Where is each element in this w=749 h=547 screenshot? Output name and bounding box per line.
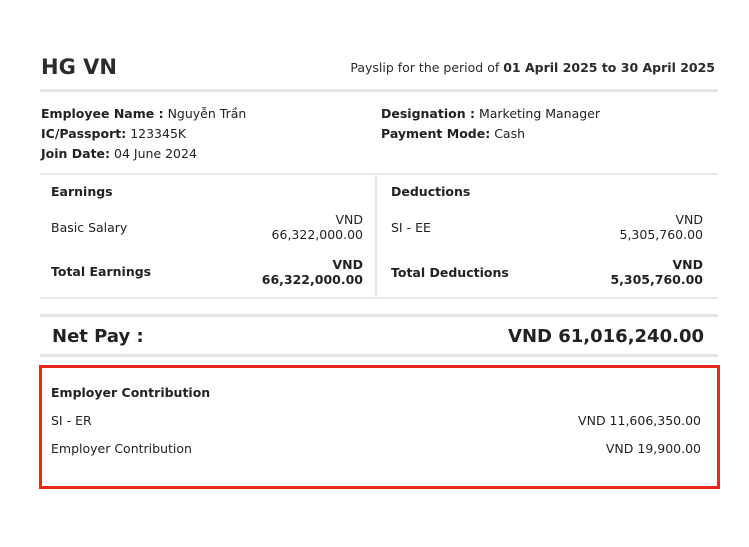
employee-id: 123345K <box>130 126 187 141</box>
company-name: HG VN <box>41 55 117 79</box>
payment-mode-row: Payment Mode: Cash <box>381 124 600 144</box>
designation-label: Designation : <box>381 106 475 121</box>
employee-name: Nguyễn Trần <box>167 106 247 121</box>
total-deductions-amount: VND 5,305,760.00 <box>570 257 703 287</box>
total-earnings-value: 66,322,000.00 <box>261 272 363 287</box>
payment-mode-label: Payment Mode: <box>381 126 491 141</box>
net-pay-bottom-border <box>40 354 718 357</box>
employer-contribution-item-label: SI - ER <box>51 413 92 428</box>
total-earnings-amount: VND 66,322,000.00 <box>230 257 363 287</box>
join-date-row: Join Date: 04 June 2024 <box>41 144 246 164</box>
deductions-item-label: SI - EE <box>391 220 431 235</box>
deductions-item-value: 5,305,760.00 <box>619 227 704 242</box>
earnings-deductions-top-border <box>40 173 718 175</box>
earnings-deductions-bottom-border <box>40 297 718 299</box>
net-pay-top-border <box>40 314 718 317</box>
earnings-heading: Earnings <box>51 184 113 199</box>
employer-contribution-item-amount: VND 11,606,350.00 <box>578 413 701 428</box>
designation: Marketing Manager <box>478 106 601 121</box>
employer-contribution-item-label: Employer Contribution <box>51 441 192 456</box>
earnings-item-value: 66,322,000.00 <box>271 227 363 242</box>
payment-mode: Cash <box>494 126 526 141</box>
net-pay-label: Net Pay : <box>52 326 144 347</box>
pay-period-range: 01 April 2025 to 30 April 2025 <box>503 60 715 75</box>
earnings-item-label: Basic Salary <box>51 220 128 235</box>
column-divider <box>375 173 377 299</box>
total-earnings-currency: VND <box>332 257 363 272</box>
employer-contribution-heading: Employer Contribution <box>51 385 211 400</box>
employee-id-row: IC/Passport: 123345K <box>41 124 246 144</box>
total-earnings-label: Total Earnings <box>51 264 152 279</box>
employee-name-row: Employee Name : Nguyễn Trần <box>41 104 246 124</box>
deductions-heading: Deductions <box>391 184 471 199</box>
total-deductions-value: 5,305,760.00 <box>610 272 703 287</box>
earnings-item-currency: VND <box>335 212 363 227</box>
pay-period-prefix: Payslip for the period of <box>350 60 504 75</box>
deductions-item-amount: VND 5,305,760.00 <box>570 212 704 242</box>
total-deductions-currency: VND <box>672 257 703 272</box>
deductions-item-currency: VND <box>675 212 703 227</box>
join-date-label: Join Date: <box>41 146 111 161</box>
designation-row: Designation : Marketing Manager <box>381 104 600 124</box>
pay-period: Payslip for the period of 01 April 2025 … <box>350 60 715 75</box>
join-date: 04 June 2024 <box>114 146 197 161</box>
employee-name-label: Employee Name : <box>41 106 164 121</box>
employee-info-right: Designation : Marketing Manager Payment … <box>381 104 600 144</box>
total-deductions-label: Total Deductions <box>391 265 509 280</box>
header-divider <box>40 89 718 92</box>
earnings-item-amount: VND 66,322,000.00 <box>230 212 363 242</box>
net-pay-amount: VND 61,016,240.00 <box>508 326 704 347</box>
employee-info-left: Employee Name : Nguyễn Trần IC/Passport:… <box>41 104 246 164</box>
employer-contribution-item-amount: VND 19,900.00 <box>605 441 701 456</box>
employee-id-label: IC/Passport: <box>41 126 127 141</box>
